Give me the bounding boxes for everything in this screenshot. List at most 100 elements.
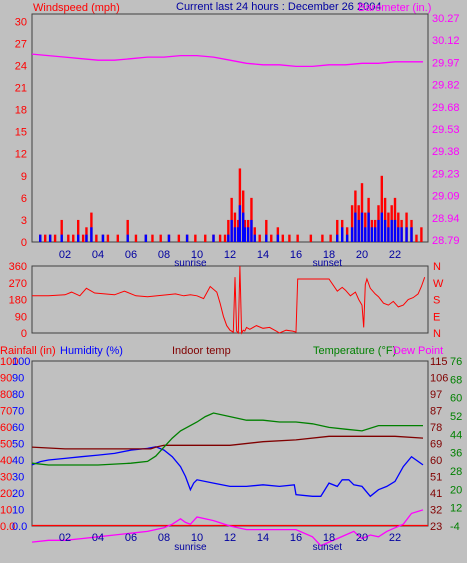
wind-bar-gust <box>321 234 324 242</box>
x-tick-label-bottom: 04 <box>92 532 104 544</box>
x-tick-label-top: 02 <box>59 249 71 261</box>
wind-bar-gust <box>53 234 57 242</box>
plot-frame-2 <box>31 265 429 334</box>
temp-tick-label: 23 <box>430 521 442 533</box>
dew-point-label: Dew Point <box>393 345 443 357</box>
wind-bar-gust <box>67 234 70 242</box>
wind-bar-gust <box>218 234 222 242</box>
barometer-tick-label: 29.53 <box>432 124 460 136</box>
barometer-tick-label: 28.94 <box>432 213 460 225</box>
wind-bar-average <box>377 219 380 242</box>
windspeed-tick-label: 30 <box>15 16 27 28</box>
temp-tick-label: 97 <box>430 389 442 401</box>
rainfall-tick-label: 30 <box>0 472 12 484</box>
wind-bar-average <box>357 219 360 242</box>
rainfall-tick-label: 50 <box>0 439 12 451</box>
dew-tick-label: 20 <box>450 484 462 496</box>
wind-bar-average <box>354 212 357 242</box>
windspeed-tick-label: 3 <box>21 215 27 227</box>
wind-bar-average <box>393 219 397 242</box>
temp-tick-label: 106 <box>430 373 448 385</box>
windspeed-tick-label: 9 <box>21 171 27 183</box>
barometer-tick-label: 30.12 <box>432 35 460 47</box>
barometer-tick-label: 29.68 <box>432 102 460 114</box>
wind-bar-average <box>85 234 88 242</box>
humidity-tick-label: 50 <box>12 439 24 451</box>
wind-bar-average <box>39 234 42 242</box>
dew-tick-label: 44 <box>450 429 462 441</box>
direction-tick-label: 0 <box>21 328 27 340</box>
direction-tick-label: 180 <box>9 295 27 307</box>
barometer-tick-label: 29.38 <box>432 146 460 158</box>
wind-bar-average <box>126 234 129 242</box>
wind-bar-average <box>60 234 63 242</box>
x-tick-label-top: 16 <box>290 249 302 261</box>
wind-bar-gust <box>309 234 313 242</box>
x-tick-label-bottom: 02 <box>59 532 71 544</box>
dew-tick-label: 60 <box>450 393 462 405</box>
wind-bar-average <box>405 227 408 242</box>
temp-tick-label: 69 <box>430 439 442 451</box>
temp-tick-label: 41 <box>430 488 442 500</box>
windspeed-tick-label: 27 <box>15 38 27 50</box>
windspeed-tick-label: 15 <box>15 127 27 139</box>
wind-bar-average <box>390 219 393 242</box>
wind-bar-average <box>350 227 354 242</box>
wind-bar-gust <box>270 234 273 242</box>
direction-tick-label: 360 <box>9 261 27 273</box>
humidity-tick-label: 100 <box>12 356 30 368</box>
wind-bar-gust <box>81 234 85 242</box>
compass-tick-label: N <box>433 261 441 273</box>
direction-tick-label: 270 <box>9 278 27 290</box>
rainfall-tick-label: 10 <box>0 505 12 517</box>
x-tick-label-top: 22 <box>389 249 401 261</box>
temp-tick-label: 32 <box>430 505 442 517</box>
wind-bar-average <box>387 227 390 242</box>
humidity-tick-label: 70 <box>12 406 24 418</box>
windspeed-tick-label: 0 <box>21 237 27 249</box>
x-tick-label-bottom: 20 <box>356 532 368 544</box>
humidity-tick-label: 0.0 <box>12 521 27 533</box>
wind-bar-average <box>238 205 242 242</box>
wind-bar-average <box>383 219 387 242</box>
windspeed-tick-label: 24 <box>15 60 27 72</box>
barometer-label: Barometer (in.) <box>358 2 431 14</box>
sunset-label-bottom: sunset <box>313 542 343 553</box>
windspeed-tick-label: 6 <box>21 193 27 205</box>
weather-chart: 0 3 6 9 12 15 18 21 24 27 30 28.79 28.94 29.09 29.23 29… <box>0 0 467 558</box>
wind-bar-average <box>250 219 253 242</box>
wind-bar-average <box>230 219 233 242</box>
temp-tick-label: 78 <box>430 422 442 434</box>
humidity-tick-label: 10 <box>12 505 24 517</box>
dew-tick-label: -4 <box>450 521 460 533</box>
x-tick-label-top: 12 <box>224 249 236 261</box>
wind-bar-gust <box>223 234 227 242</box>
dew-tick-label: 76 <box>450 356 462 368</box>
wind-bar-gust <box>415 234 418 242</box>
x-tick-label-top: 08 <box>158 249 170 261</box>
wind-bar-average <box>90 227 93 242</box>
indoor-temp-label: Indoor temp <box>172 345 231 357</box>
barometer-tick-label: 30.27 <box>432 13 460 25</box>
x-tick-label-bottom: 22 <box>389 532 401 544</box>
wind-bar-average <box>246 227 250 242</box>
wind-bar-average <box>367 212 370 242</box>
humidity-label: Humidity (%) <box>60 345 123 357</box>
barometer-tick-label: 29.82 <box>432 80 460 92</box>
compass-tick-label: S <box>433 295 440 307</box>
wind-bar-average <box>101 234 105 242</box>
wind-bar-average <box>253 234 256 242</box>
rainfall-tick-label: 60 <box>0 422 12 434</box>
dew-tick-label: 28 <box>450 466 462 478</box>
wind-bar-average <box>227 234 230 242</box>
wind-bar-gust <box>420 227 423 242</box>
temp-tick-label: 60 <box>430 455 442 467</box>
wind-bar-average <box>360 212 364 242</box>
wind-bar-average <box>364 227 367 242</box>
wind-bar-average <box>167 234 171 242</box>
wind-bar-average <box>212 234 215 242</box>
windspeed-tick-label: 12 <box>15 149 27 161</box>
x-tick-label-bottom: 06 <box>125 532 137 544</box>
rainfall-tick-label: 20 <box>0 488 12 500</box>
wind-bar-average <box>77 234 80 242</box>
